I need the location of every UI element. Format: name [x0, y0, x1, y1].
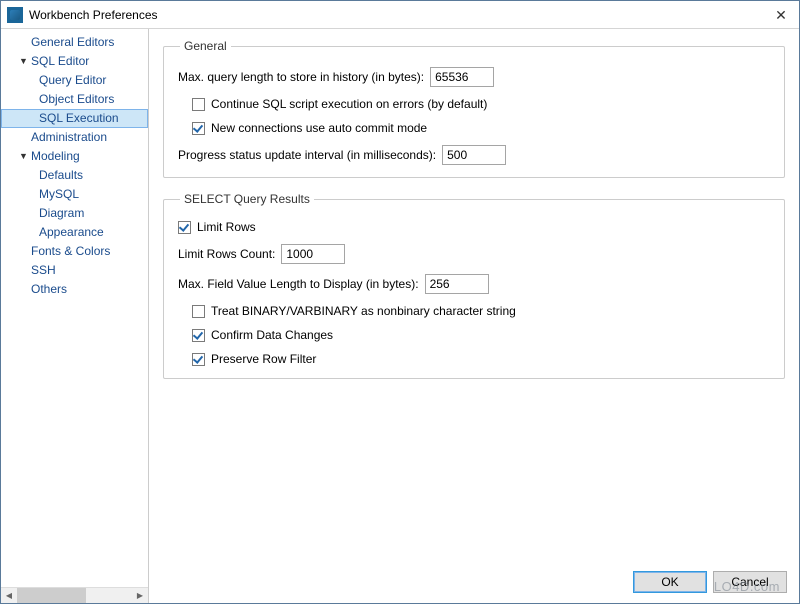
auto-commit-label: New connections use auto commit mode [211, 121, 427, 135]
nav-sql-editor[interactable]: ▼SQL Editor [1, 52, 148, 71]
app-icon [7, 7, 23, 23]
limit-rows-count-label: Limit Rows Count: [178, 247, 275, 261]
preferences-window: Workbench Preferences ✕ General Editors … [0, 0, 800, 604]
window-title: Workbench Preferences [29, 8, 158, 22]
scroll-track[interactable] [17, 588, 132, 603]
nav-ssh[interactable]: SSH [1, 261, 148, 280]
close-icon[interactable]: ✕ [771, 5, 791, 25]
collapse-icon[interactable]: ▼ [19, 149, 29, 164]
treat-binary-checkbox[interactable] [192, 305, 205, 318]
main-panel: General Max. query length to store in hi… [149, 29, 799, 603]
nav-diagram[interactable]: Diagram [1, 204, 148, 223]
scroll-left-icon[interactable]: ◀ [1, 588, 17, 603]
scroll-right-icon[interactable]: ▶ [132, 588, 148, 603]
nav-administration[interactable]: Administration [1, 128, 148, 147]
nav-general-editors[interactable]: General Editors [1, 33, 148, 52]
nav-appearance[interactable]: Appearance [1, 223, 148, 242]
nav-query-editor[interactable]: Query Editor [1, 71, 148, 90]
dialog-buttons: OK Cancel [633, 571, 787, 593]
preserve-filter-checkbox[interactable] [192, 353, 205, 366]
nav-fonts-colors[interactable]: Fonts & Colors [1, 242, 148, 261]
max-field-length-input[interactable] [425, 274, 489, 294]
nav-mysql[interactable]: MySQL [1, 185, 148, 204]
titlebar: Workbench Preferences ✕ [1, 1, 799, 29]
progress-interval-input[interactable] [442, 145, 506, 165]
sidebar: General Editors ▼SQL Editor Query Editor… [1, 29, 149, 603]
preserve-filter-label: Preserve Row Filter [211, 352, 316, 366]
treat-binary-label: Treat BINARY/VARBINARY as nonbinary char… [211, 304, 516, 318]
collapse-icon[interactable]: ▼ [19, 54, 29, 69]
nav-object-editors[interactable]: Object Editors [1, 90, 148, 109]
select-results-group: SELECT Query Results Limit Rows Limit Ro… [163, 192, 785, 379]
continue-on-error-checkbox[interactable] [192, 98, 205, 111]
auto-commit-checkbox[interactable] [192, 122, 205, 135]
continue-on-error-label: Continue SQL script execution on errors … [211, 97, 487, 111]
cancel-button[interactable]: Cancel [713, 571, 787, 593]
progress-interval-label: Progress status update interval (in mill… [178, 148, 436, 162]
max-query-label: Max. query length to store in history (i… [178, 70, 424, 84]
sidebar-h-scrollbar[interactable]: ◀ ▶ [1, 587, 148, 603]
limit-rows-label: Limit Rows [197, 220, 256, 234]
nav-others[interactable]: Others [1, 280, 148, 299]
content: General Editors ▼SQL Editor Query Editor… [1, 29, 799, 603]
general-legend: General [180, 39, 231, 53]
nav-sql-execution[interactable]: SQL Execution [1, 109, 148, 128]
confirm-changes-checkbox[interactable] [192, 329, 205, 342]
select-results-legend: SELECT Query Results [180, 192, 314, 206]
confirm-changes-label: Confirm Data Changes [211, 328, 333, 342]
nav-modeling[interactable]: ▼Modeling [1, 147, 148, 166]
scroll-thumb[interactable] [17, 588, 86, 603]
general-group: General Max. query length to store in hi… [163, 39, 785, 178]
limit-rows-count-input[interactable] [281, 244, 345, 264]
nav-defaults[interactable]: Defaults [1, 166, 148, 185]
nav-tree: General Editors ▼SQL Editor Query Editor… [1, 29, 148, 587]
limit-rows-checkbox[interactable] [178, 221, 191, 234]
max-field-length-label: Max. Field Value Length to Display (in b… [178, 277, 419, 291]
max-query-input[interactable] [430, 67, 494, 87]
ok-button[interactable]: OK [633, 571, 707, 593]
